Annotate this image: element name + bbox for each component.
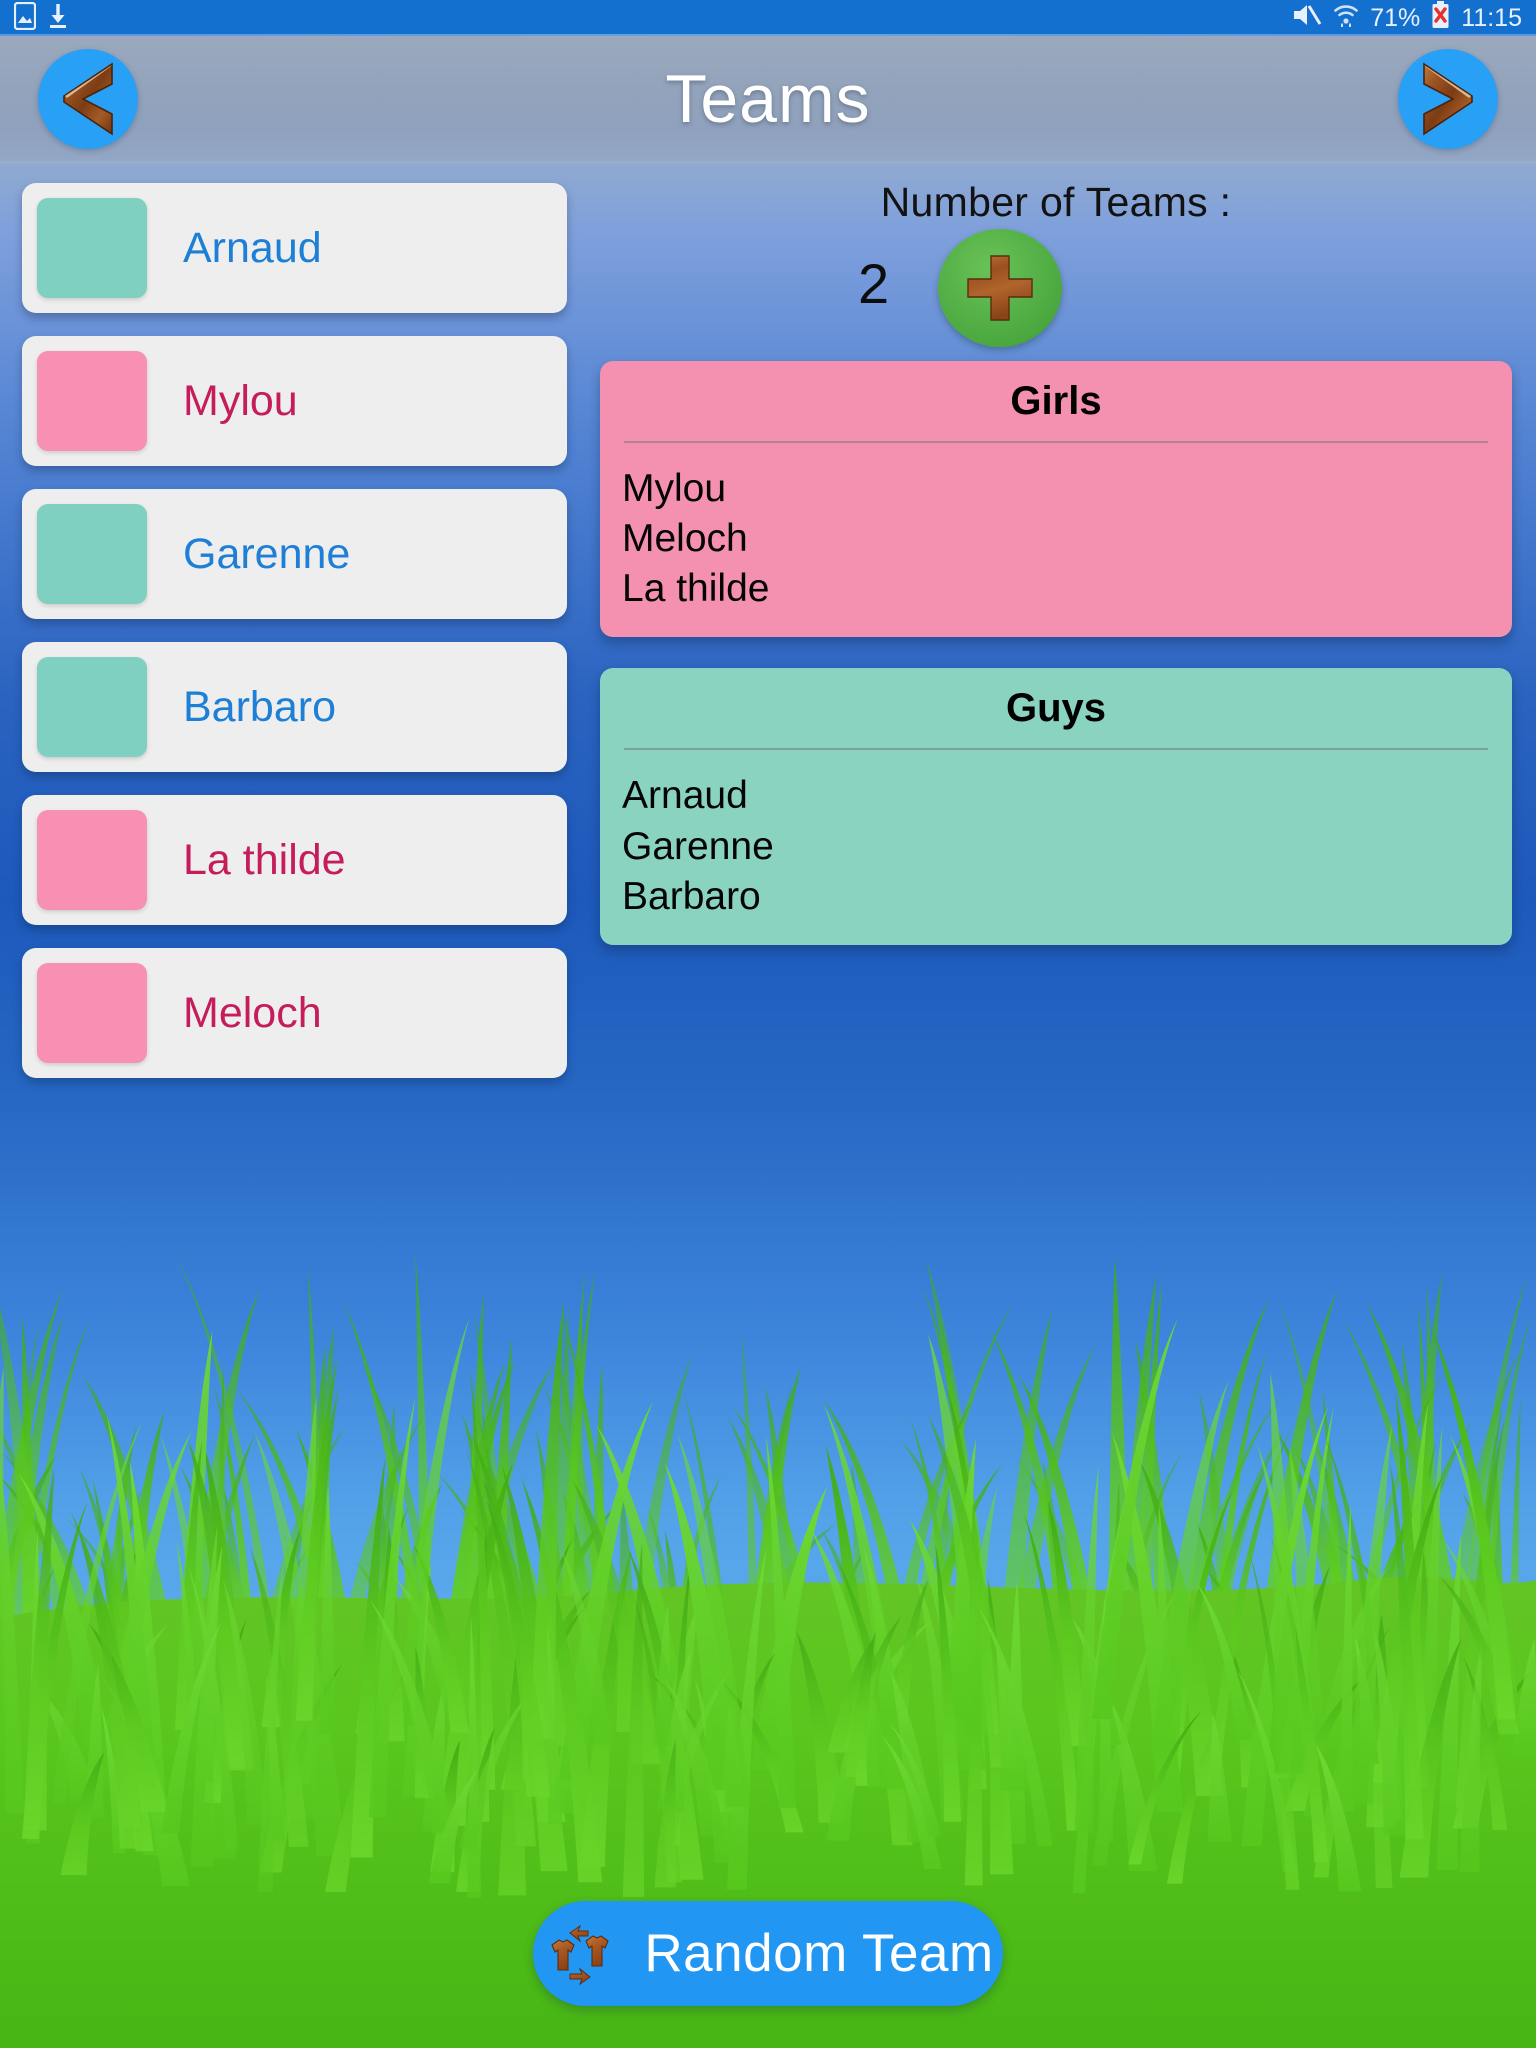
status-bar-right-icons: 71% 11:15 xyxy=(1292,0,1522,36)
page-title: Teams xyxy=(665,60,871,137)
team-result-card: Girls Mylou Meloch La thilde xyxy=(600,361,1512,638)
random-team-button[interactable]: Random Team xyxy=(533,1901,1003,2006)
team-cards-container: Girls Mylou Meloch La thilde Guys Arnaud Garen… xyxy=(600,361,1512,945)
shuffle-shirts-icon xyxy=(542,1915,620,1993)
team-member-label: Arnaud xyxy=(622,774,748,818)
team-member-label: Barbaro xyxy=(622,874,761,918)
team-member-label: Meloch xyxy=(622,517,748,561)
player-list: Arnaud Mylou Garenne Barbaro La thilde Meloch xyxy=(22,183,567,1101)
player-list-item[interactable]: La thilde xyxy=(22,795,567,925)
main-content: Arnaud Mylou Garenne Barbaro La thilde Meloch… xyxy=(0,161,1536,2048)
app-header: Teams xyxy=(0,36,1536,161)
team-card-divider xyxy=(624,748,1488,751)
player-name-label: Barbaro xyxy=(183,682,336,731)
player-color-swatch xyxy=(37,198,147,298)
battery-error-icon xyxy=(1431,0,1450,36)
teams-count-label: Number of Teams : xyxy=(880,179,1232,225)
player-name-label: Mylou xyxy=(183,376,298,425)
status-bar-left-icons xyxy=(13,1,68,35)
plus-icon xyxy=(964,252,1036,324)
random-team-label: Random Team xyxy=(644,1924,994,1983)
team-result-card: Guys Arnaud Garenne Barbaro xyxy=(600,668,1512,945)
status-bar-divider xyxy=(0,34,1536,36)
player-list-item[interactable]: Meloch xyxy=(22,948,567,1078)
app-root: 71% 11:15 Teams Arnaud Mylou Garenne Bar… xyxy=(0,0,1536,2048)
player-name-label: Arnaud xyxy=(183,223,322,272)
team-member-label: Garenne xyxy=(622,824,774,868)
team-card-divider xyxy=(624,441,1488,443)
player-list-item[interactable]: Barbaro xyxy=(22,642,567,772)
wifi-icon xyxy=(1333,2,1359,35)
next-screen-button[interactable] xyxy=(1398,48,1498,149)
player-color-swatch xyxy=(37,504,147,604)
player-color-swatch xyxy=(37,810,147,910)
battery-percent-label: 71% xyxy=(1370,3,1421,32)
add-team-button[interactable] xyxy=(938,229,1062,347)
player-color-swatch xyxy=(37,351,147,451)
player-list-item[interactable]: Arnaud xyxy=(22,183,567,313)
screenshot-image-icon xyxy=(13,1,37,35)
mute-icon xyxy=(1292,2,1322,35)
player-name-label: Meloch xyxy=(183,988,322,1037)
team-member-label: Mylou xyxy=(622,467,727,510)
player-color-swatch xyxy=(37,657,147,757)
teams-panel: Number of Teams : 2 Girls Mylou Meloch L… xyxy=(600,171,1512,976)
chevron-right-icon xyxy=(1419,62,1477,136)
team-member-label: La thilde xyxy=(622,567,770,611)
download-icon xyxy=(48,3,68,34)
status-bar: 71% 11:15 xyxy=(0,0,1536,36)
player-list-item[interactable]: Mylou xyxy=(22,336,567,466)
clock-label: 11:15 xyxy=(1461,3,1522,32)
teams-count-row: Number of Teams : 2 xyxy=(600,171,1512,361)
player-name-label: La thilde xyxy=(183,835,346,884)
teams-count-value: 2 xyxy=(858,252,890,315)
player-color-swatch xyxy=(37,963,147,1063)
player-name-label: Garenne xyxy=(183,529,351,578)
team-title-label: Guys xyxy=(1005,686,1107,731)
player-list-item[interactable]: Garenne xyxy=(22,489,567,619)
team-title-label: Girls xyxy=(1010,379,1102,423)
